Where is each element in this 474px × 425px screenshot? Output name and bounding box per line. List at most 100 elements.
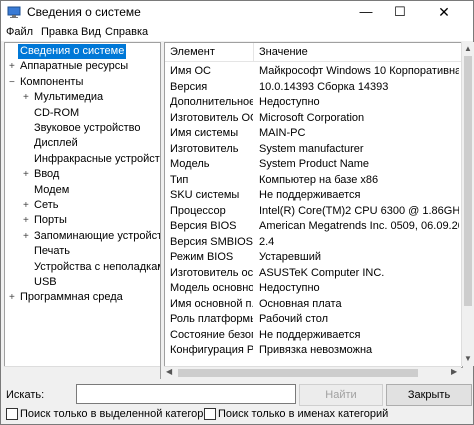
minimize-icon: — [359,4,373,19]
checkbox-label: Поиск только в именах категорий [218,408,389,420]
item-value-cell: Intel(R) Core(TM)2 CPU 6300 @ 1.86GHz [259,204,459,217]
tree-item-label: Аппаратные ресурсы [20,60,129,73]
tree-horizontal-scrollbar[interactable] [4,366,160,379]
item-value-cell: Майкрософт Windows 10 Корпоративная [259,65,459,77]
expand-icon[interactable]: + [9,59,18,74]
table-header: Элемент Значение [165,43,462,62]
menu-file[interactable]: Файл [6,26,33,38]
item-value-cell: Microsoft Corporation [259,111,365,124]
table-row[interactable]: Имя ОС Майкрософт Windows 10 Корпоративна… [165,64,462,79]
item-name-cell: Конфигурация Р... [170,344,253,356]
search-input[interactable] [76,384,296,404]
expand-icon[interactable]: + [23,198,32,213]
table-row[interactable]: SKU системы Не поддерживается [165,188,462,203]
item-name-cell: Модель основно... [170,282,253,294]
system-info-window: Сведения о системе — ☐ ✕ Файл Правка Вид… [0,0,474,425]
table-row[interactable]: Версия 10.0.14393 Сборка 14393 [165,80,462,95]
maximize-button[interactable]: ☐ [385,1,415,23]
expand-icon[interactable]: + [23,90,32,105]
menu-view[interactable]: Вид [81,26,101,38]
item-value-cell: Недоступно [259,96,320,108]
table-row[interactable]: Модель основно... Недоступно [165,281,462,296]
item-name-cell: Тип [170,173,189,186]
item-name-cell: Модель [170,158,210,170]
expand-icon[interactable]: + [23,213,32,228]
table-row[interactable]: Имя основной п... Основная плата [165,297,462,312]
tree-item-label: Мультимедиа [34,91,104,104]
close-button[interactable]: Закрыть [386,384,472,406]
table-row[interactable]: Версия SMBIOS 2.4 [165,235,462,250]
tree-item-label: Дисплей [34,137,78,150]
tree-item-label: Инфракрасные устройства [34,152,161,165]
table-row[interactable]: Роль платформы Рабочий стол [165,312,462,327]
column-header-item[interactable]: Элемент [170,46,215,58]
column-divider[interactable] [253,43,254,61]
hscroll-thumb[interactable] [178,369,418,377]
checkbox-box[interactable] [6,408,18,420]
scroll-left-icon[interactable]: ◀ [166,367,172,376]
item-value-cell: System manufacturer [259,142,364,155]
item-value-cell: 2.4 [259,235,275,248]
item-value-cell: Устаревший [259,251,321,263]
collapse-icon[interactable]: − [9,75,18,90]
expand-icon[interactable]: + [23,167,32,182]
expand-icon[interactable]: + [9,290,18,305]
item-value-cell: Не поддерживается [259,189,361,201]
item-name-cell: Имя системы [170,127,239,139]
item-name-cell: Версия SMBIOS [170,235,253,248]
minimize-button[interactable]: — [351,1,381,23]
table-row[interactable]: Изготовитель System manufacturer [165,142,462,157]
tree-item-label: USB [34,276,57,288]
item-value-cell: Рабочий стол [259,313,329,325]
tree-item-label: Модем [34,183,70,196]
item-name-cell: Состояние безоп... [170,328,253,341]
item-name-cell: Имя ОС [170,65,211,77]
item-name-cell: Версия [170,80,208,93]
tree-item-label: Сведения о системе [18,44,127,59]
window-title: Сведения о системе [27,5,141,19]
item-name-cell: SKU системы [170,189,240,201]
item-name-cell: Роль платформы [170,313,253,325]
item-value-cell: ASUSTeK Computer INC. [259,266,385,279]
tree-item-label: Устройства с неполадками [34,260,161,273]
table-row[interactable]: Изготовитель ОС Microsoft Corporation [165,111,462,126]
scroll-right-icon[interactable]: ▶ [451,367,457,376]
menu-edit[interactable]: Правка [41,26,78,38]
search-label: Искать: [6,389,45,401]
table-vertical-scrollbar[interactable]: ▲ ▼ [461,42,474,366]
scroll-down-icon[interactable]: ▼ [464,354,472,363]
table-horizontal-scrollbar[interactable]: ◀ ▶ [164,366,461,379]
tree-item-label: CD-ROM [34,106,80,119]
item-name-cell: Дополнительное... [170,96,253,108]
item-value-cell: Компьютер на базе x86 [259,173,379,186]
maximize-icon: ☐ [394,4,406,19]
item-name-cell: Имя основной п... [170,297,253,310]
table-row[interactable]: Тип Компьютер на базе x86 [165,173,462,188]
expand-icon[interactable]: + [23,229,32,244]
item-value-cell: MAIN-PC [259,127,306,139]
item-name-cell: Изготовитель ос... [170,266,253,279]
tree-item-label: Программная среда [20,291,123,304]
close-window-button[interactable]: ✕ [429,1,459,23]
table-row[interactable]: Процессор Intel(R) Core(TM)2 CPU 6300 @ 1… [165,204,462,219]
column-header-value[interactable]: Значение [259,46,308,58]
find-button[interactable]: Найти [299,384,383,406]
menu-help[interactable]: Справка [105,26,148,38]
item-value-cell: American Megatrends Inc. 0509, 06.09.200… [259,220,459,232]
checkbox-label: Поиск только в выделенной категории [20,408,216,420]
item-value-cell: Недоступно [259,282,320,294]
table-row[interactable]: Имя системы MAIN-PC [165,126,462,141]
table-row[interactable]: Дополнительное... Недоступно [165,95,462,110]
scroll-up-icon[interactable]: ▲ [464,44,472,53]
checkbox-box[interactable] [204,408,216,420]
table-row[interactable]: Модель System Product Name [165,157,462,172]
tree-item-label: Компоненты [20,75,84,88]
table-row[interactable]: Состояние безоп... Не поддерживается [165,328,462,343]
scroll-thumb[interactable] [464,56,472,306]
title-bar: Сведения о системе — ☐ ✕ [1,1,473,23]
table-row[interactable]: Конфигурация Р... Привязка невозможна [165,343,462,358]
table-row[interactable]: Изготовитель ос... ASUSTeK Computer INC. [165,266,462,281]
table-row[interactable]: Версия BIOS American Megatrends Inc. 0509… [165,219,462,234]
tree-item-label: Печать [34,245,71,258]
table-row[interactable]: Режим BIOS Устаревший [165,250,462,265]
